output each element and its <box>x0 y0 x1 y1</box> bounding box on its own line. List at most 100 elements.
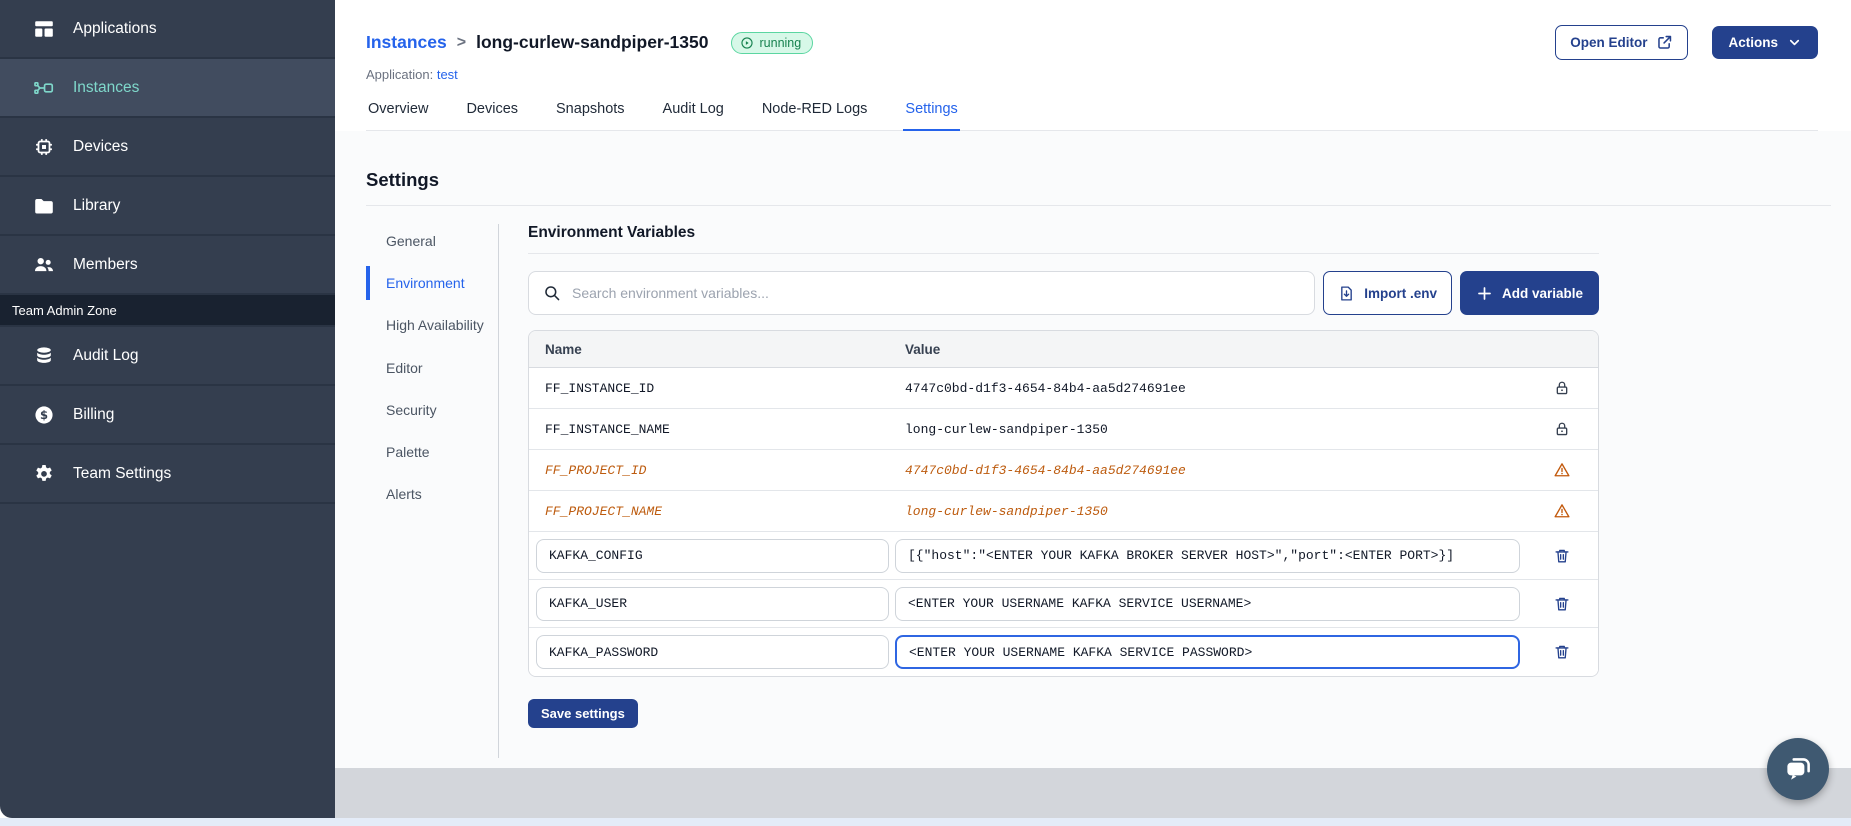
search-input[interactable] <box>572 285 1301 301</box>
sidebar-main-nav: Applications Instances Devices Library Membe… <box>0 0 335 295</box>
settings-body: General Environment High Availability Edito… <box>366 224 1831 758</box>
env-var-name: FF_INSTANCE_ID <box>545 381 655 396</box>
search-icon <box>543 284 561 302</box>
billing-icon: $ <box>33 404 55 426</box>
lock-icon <box>1553 379 1571 397</box>
sidebar-item-members[interactable]: Members <box>0 236 335 295</box>
sidebar-admin-nav: Audit Log $ Billing Team Settings <box>0 327 335 504</box>
instance-name: long-curlew-sandpiper-1350 <box>476 32 709 52</box>
sidebar-item-library[interactable]: Library <box>0 177 335 236</box>
env-var-name: FF_PROJECT_ID <box>545 463 647 478</box>
add-variable-label: Add variable <box>1501 285 1583 301</box>
warning-icon <box>1553 461 1571 479</box>
settings-nav-environment[interactable]: Environment <box>366 266 498 301</box>
open-editor-label: Open Editor <box>1570 35 1648 50</box>
members-icon <box>33 254 55 276</box>
actions-button[interactable]: Actions <box>1712 26 1818 59</box>
svg-text:$: $ <box>40 407 48 421</box>
sidebar-item-devices[interactable]: Devices <box>0 118 335 177</box>
instances-icon <box>33 77 55 99</box>
env-var-name-input[interactable] <box>536 586 889 621</box>
warning-icon <box>1553 502 1571 520</box>
application-link[interactable]: test <box>437 67 458 82</box>
settings-nav-alerts[interactable]: Alerts <box>366 477 498 511</box>
main-content: Instances > long-curlew-sandpiper-1350 r… <box>335 0 1851 818</box>
env-var-row: FF_INSTANCE_NAME long-curlew-sandpiper-13… <box>529 409 1598 450</box>
add-variable-button[interactable]: Add variable <box>1459 271 1599 315</box>
env-controls: Import .env Add variable <box>528 271 1599 315</box>
column-header-name: Name <box>545 341 582 357</box>
page-title: Settings <box>366 169 439 190</box>
status-badge-label: running <box>759 35 802 50</box>
tab-audit-log[interactable]: Audit Log <box>661 101 726 132</box>
column-header-value: Value <box>905 341 941 357</box>
sidebar-item-label: Billing <box>73 405 115 423</box>
external-link-icon <box>1656 34 1673 51</box>
open-editor-button[interactable]: Open Editor <box>1555 25 1689 60</box>
sidebar-item-audit-log[interactable]: Audit Log <box>0 327 335 386</box>
plus-icon <box>1476 285 1493 302</box>
sidebar-item-instances[interactable]: Instances <box>0 59 335 118</box>
env-var-row: FF_PROJECT_NAME long-curlew-sandpiper-135… <box>529 491 1598 532</box>
sidebar-item-applications[interactable]: Applications <box>0 0 335 59</box>
save-settings-button[interactable]: Save settings <box>528 699 638 728</box>
library-icon <box>33 195 55 217</box>
delete-variable-button[interactable] <box>1551 545 1573 567</box>
settings-nav-palette[interactable]: Palette <box>366 435 498 469</box>
trash-icon <box>1553 547 1571 565</box>
sidebar-item-label: Members <box>73 255 138 273</box>
footer-band <box>335 768 1851 818</box>
application-line: Application: test <box>366 67 1818 82</box>
env-var-row: FF_INSTANCE_ID 4747c0bd-d1f3-4654-84b4-aa… <box>529 368 1598 409</box>
chevron-down-icon <box>1787 35 1802 50</box>
lock-icon <box>1553 420 1571 438</box>
settings-view: Settings General Environment High Availabi… <box>335 131 1851 768</box>
env-var-value: long-curlew-sandpiper-1350 <box>905 504 1108 519</box>
sidebar-item-label: Devices <box>73 137 129 155</box>
settings-subnav: General Environment High Availability Edito… <box>366 224 498 758</box>
tab-snapshots[interactable]: Snapshots <box>554 101 627 132</box>
settings-nav-editor[interactable]: Editor <box>366 351 498 385</box>
tab-overview[interactable]: Overview <box>366 101 430 132</box>
sidebar-item-label: Audit Log <box>73 346 139 364</box>
import-env-button[interactable]: Import .env <box>1323 271 1452 315</box>
sidebar-item-label: Applications <box>73 19 157 37</box>
breadcrumb-separator-icon: > <box>456 33 467 51</box>
sidebar-item-label: Library <box>73 196 121 214</box>
delete-variable-button[interactable] <box>1551 641 1573 663</box>
search-box <box>528 271 1316 315</box>
sidebar-item-label: Instances <box>73 78 140 96</box>
breadcrumb: Instances > long-curlew-sandpiper-1350 r… <box>366 25 1818 60</box>
sidebar-item-team-settings[interactable]: Team Settings <box>0 445 335 504</box>
env-var-name: FF_INSTANCE_NAME <box>545 422 670 437</box>
panel-title: Environment Variables <box>528 224 696 241</box>
tab-devices[interactable]: Devices <box>464 101 520 132</box>
env-var-name-input[interactable] <box>536 538 889 573</box>
env-var-value-input[interactable] <box>895 586 1520 621</box>
chat-bubble-icon <box>1781 752 1815 786</box>
tab-node-red-logs[interactable]: Node-RED Logs <box>760 101 870 132</box>
sidebar: Applications Instances Devices Library Membe… <box>0 0 335 818</box>
trash-icon <box>1553 643 1571 661</box>
table-header-row: Name Value <box>529 331 1598 368</box>
tab-settings[interactable]: Settings <box>903 101 960 132</box>
delete-variable-button[interactable] <box>1551 593 1573 615</box>
env-var-value: 4747c0bd-d1f3-4654-84b4-aa5d274691ee <box>905 463 1186 478</box>
env-var-value: 4747c0bd-d1f3-4654-84b4-aa5d274691ee <box>905 381 1186 396</box>
settings-nav-high-availability[interactable]: High Availability <box>366 308 498 342</box>
sidebar-item-label: Team Settings <box>73 464 172 482</box>
sidebar-item-billing[interactable]: $ Billing <box>0 386 335 445</box>
settings-nav-security[interactable]: Security <box>366 393 498 427</box>
applications-icon <box>33 18 55 40</box>
settings-nav-general[interactable]: General <box>366 224 498 258</box>
env-var-row <box>529 628 1598 676</box>
env-var-name-input[interactable] <box>536 635 889 669</box>
environment-panel: Environment Variables Import .env <box>528 224 1599 758</box>
audit-log-icon <box>33 345 55 367</box>
env-var-value-input[interactable] <box>895 538 1520 573</box>
chat-widget-button[interactable] <box>1767 738 1829 800</box>
env-var-value-input[interactable] <box>895 635 1520 669</box>
document-download-icon <box>1338 285 1355 302</box>
import-env-label: Import .env <box>1364 285 1437 301</box>
breadcrumb-instances-link[interactable]: Instances <box>366 32 447 53</box>
